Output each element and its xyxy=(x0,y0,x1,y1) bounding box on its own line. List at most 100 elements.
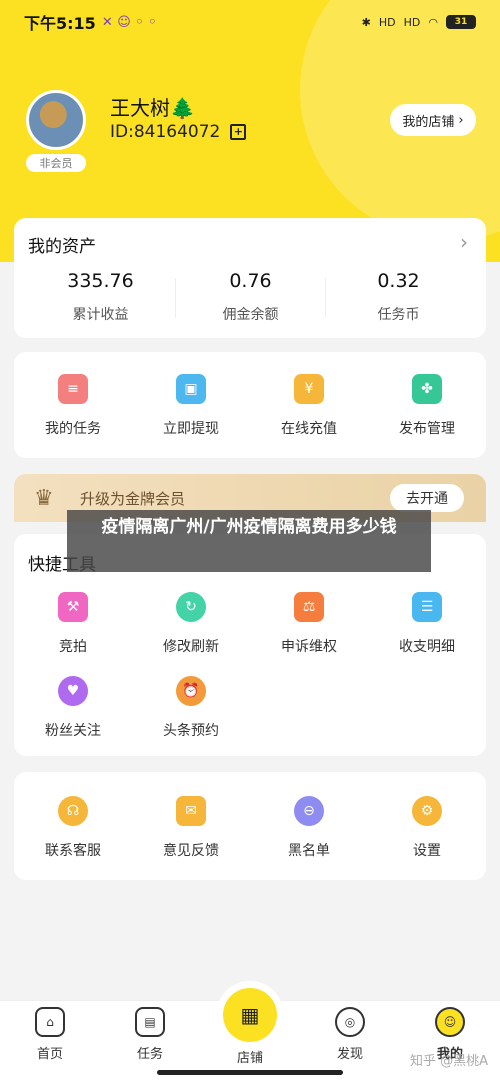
tool-label: 粉丝关注 xyxy=(45,723,101,739)
task-icon: ≡ xyxy=(58,374,88,404)
status-left: 下午5:15 ✕ ☺ ◦ ◦ xyxy=(24,10,156,34)
status-right: ✱ HD HD ◠ 31 xyxy=(362,15,476,29)
notification-icons: ✕ ☺ ◦ ◦ xyxy=(101,14,157,30)
alarm-icon: ⏰ xyxy=(176,676,206,706)
tool-statement[interactable]: ☰ 收支明细 xyxy=(368,592,486,656)
support-grid: ☊ 联系客服 ✉ 意见反馈 ⊖ 黑名单 ⚙ 设置 xyxy=(14,796,486,860)
signal-hd-2: HD xyxy=(403,15,421,29)
tab-home[interactable]: ⌂ 首页 xyxy=(10,1007,90,1062)
tab-label: 任务 xyxy=(136,1047,163,1062)
shop-icon: ▦ xyxy=(223,988,277,1042)
asset-task-coin[interactable]: 0.32 任务币 xyxy=(320,270,477,324)
wallet-icon: ▣ xyxy=(176,374,206,404)
tool-refresh[interactable]: ↻ 修改刷新 xyxy=(132,592,250,656)
fans-icon: ♥ xyxy=(58,676,88,706)
profile-section: 非会员 王大树🌲 ID:84164072 + 我的店铺 › xyxy=(24,88,476,178)
bluetooth-icon: ✱ xyxy=(361,15,371,29)
tool-auction[interactable]: ⚒ 竞拍 xyxy=(14,592,132,656)
copy-icon[interactable]: + xyxy=(230,124,247,140)
assets-card[interactable]: 我的资产 › 335.76 累计收益 0.76 佣金余额 0.32 任务币 xyxy=(14,218,486,338)
support-blacklist[interactable]: ⊖ 黑名单 xyxy=(250,796,368,860)
assets-title: 我的资产 xyxy=(28,237,96,257)
my-shop-label: 我的店铺 xyxy=(402,114,455,130)
service-withdraw[interactable]: ▣ 立即提现 xyxy=(132,374,250,438)
asset-value: 0.32 xyxy=(377,270,420,292)
service-my-tasks[interactable]: ≡ 我的任务 xyxy=(14,374,132,438)
blocked-user-icon: ⊖ xyxy=(294,796,324,826)
asset-label: 任务币 xyxy=(377,307,420,323)
tool-fans[interactable]: ♥ 粉丝关注 xyxy=(14,676,132,740)
support-contact[interactable]: ☊ 联系客服 xyxy=(14,796,132,860)
asset-value: 335.76 xyxy=(67,270,134,292)
support-label: 设置 xyxy=(413,843,441,859)
task-box-icon: ▤ xyxy=(135,1007,165,1037)
tool-headline-booking[interactable]: ⏰ 头条预约 xyxy=(132,676,250,740)
mail-icon: ✉ xyxy=(176,796,206,826)
tool-label: 申诉维权 xyxy=(281,639,337,655)
asset-label: 累计收益 xyxy=(72,307,129,323)
status-bar: 下午5:15 ✕ ☺ ◦ ◦ ✱ HD HD ◠ 31 xyxy=(0,0,500,44)
battery-icon: 31 xyxy=(446,15,476,29)
home-indicator xyxy=(157,1070,343,1075)
signal-hd-1: HD xyxy=(378,15,396,29)
tab-tasks[interactable]: ▤ 任务 xyxy=(110,1007,190,1062)
quick-tools-row-1: ⚒ 竞拍 ↻ 修改刷新 ⚖ 申诉维权 ☰ 收支明细 xyxy=(14,592,486,656)
service-label: 我的任务 xyxy=(45,421,101,437)
asset-commission-balance[interactable]: 0.76 佣金余额 xyxy=(172,270,329,324)
tab-discover[interactable]: ◎ 发现 xyxy=(310,1007,390,1062)
chevron-right-icon[interactable]: › xyxy=(460,230,468,254)
service-label: 立即提现 xyxy=(163,421,219,437)
services-grid: ≡ 我的任务 ▣ 立即提现 ¥ 在线充值 ✤ 发布管理 xyxy=(14,374,486,438)
auction-icon: ⚒ xyxy=(58,592,88,622)
discover-icon: ◎ xyxy=(335,1007,365,1037)
tab-label: 首页 xyxy=(36,1047,63,1062)
asset-label: 佣金余额 xyxy=(222,307,279,323)
tab-shop[interactable]: 店铺 xyxy=(210,1047,290,1066)
tool-label: 竞拍 xyxy=(59,639,87,655)
recharge-icon: ¥ xyxy=(294,374,324,404)
support-settings[interactable]: ⚙ 设置 xyxy=(368,796,486,860)
overlay-caption: 疫情隔离广州/广州疫情隔离费用多少钱 xyxy=(67,510,431,572)
vip-text: 升级为金牌会员 xyxy=(80,490,186,508)
list-icon: ☰ xyxy=(412,592,442,622)
tab-label: 发现 xyxy=(336,1047,363,1062)
refresh-icon: ↻ xyxy=(176,592,206,622)
my-shop-button[interactable]: 我的店铺 › xyxy=(390,104,476,136)
gavel-icon: ⚖ xyxy=(294,592,324,622)
tab-shop-button[interactable]: ▦ xyxy=(216,981,284,1049)
user-name: 王大树🌲 xyxy=(110,96,195,120)
user-id-row: ID:84164072 + xyxy=(110,122,247,142)
avatar[interactable] xyxy=(26,90,86,150)
user-id: ID:84164072 xyxy=(110,122,221,142)
chevron-right-icon: › xyxy=(458,112,464,128)
clover-icon: ✤ xyxy=(412,374,442,404)
service-recharge[interactable]: ¥ 在线充值 xyxy=(250,374,368,438)
tab-label: 店铺 xyxy=(236,1051,263,1066)
asset-total-income[interactable]: 335.76 累计收益 xyxy=(22,270,179,324)
profile-icon: ☺ xyxy=(435,1007,465,1037)
support-label: 联系客服 xyxy=(45,843,101,859)
home-icon: ⌂ xyxy=(35,1007,65,1037)
status-time: 下午5:15 xyxy=(24,14,96,33)
tool-label: 修改刷新 xyxy=(163,639,219,655)
headset-icon: ☊ xyxy=(58,796,88,826)
quick-tools-row-2: ♥ 粉丝关注 ⏰ 头条预约 xyxy=(14,676,486,740)
services-card: ≡ 我的任务 ▣ 立即提现 ¥ 在线充值 ✤ 发布管理 xyxy=(14,352,486,458)
vip-open-button[interactable]: 去开通 xyxy=(390,484,464,512)
wifi-icon: ◠ xyxy=(428,15,438,29)
support-card: ☊ 联系客服 ✉ 意见反馈 ⊖ 黑名单 ⚙ 设置 xyxy=(14,772,486,880)
support-label: 黑名单 xyxy=(288,843,330,859)
tool-label: 收支明细 xyxy=(399,639,455,655)
watermark: 知乎 @黑桃A xyxy=(409,1054,488,1069)
tool-appeal[interactable]: ⚖ 申诉维权 xyxy=(250,592,368,656)
support-label: 意见反馈 xyxy=(163,843,219,859)
crown-icon: ♛ xyxy=(34,486,54,511)
tool-label: 头条预约 xyxy=(163,723,219,739)
gear-icon: ⚙ xyxy=(412,796,442,826)
service-publish-management[interactable]: ✤ 发布管理 xyxy=(368,374,486,438)
asset-value: 0.76 xyxy=(229,270,272,292)
service-label: 发布管理 xyxy=(399,421,455,437)
service-label: 在线充值 xyxy=(281,421,337,437)
member-badge: 非会员 xyxy=(26,154,86,172)
support-feedback[interactable]: ✉ 意见反馈 xyxy=(132,796,250,860)
